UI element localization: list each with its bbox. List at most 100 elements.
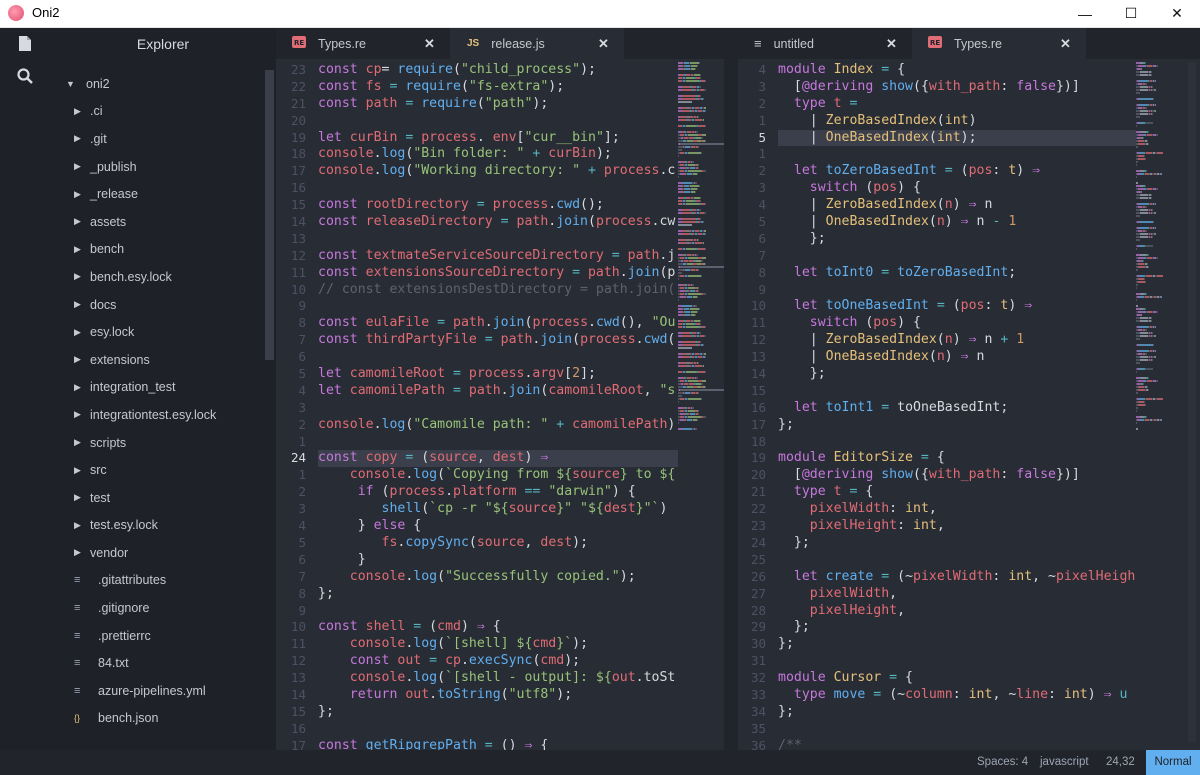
code-line[interactable]: }; [318, 586, 678, 603]
tree-item[interactable]: ▶ integration_test [66, 374, 261, 402]
tree-item[interactable]: ▶ _release [66, 180, 261, 208]
code-line[interactable]: console.log(`[shell] ${cmd}`); [318, 636, 678, 653]
tree-item[interactable]: ▶ bench [66, 236, 261, 264]
code-line[interactable]: | OneBasedIndex(int); [778, 129, 1136, 147]
code-line[interactable]: module Cursor = { [778, 670, 1136, 687]
code-line[interactable]: pixelWidth: int, [778, 501, 1136, 518]
code-line[interactable]: | ZeroBasedIndex(n) ⇒ n + 1 [778, 332, 1136, 349]
code-line[interactable]: switch (pos) { [778, 315, 1136, 332]
code-line[interactable]: pixelHeight, [778, 603, 1136, 620]
code-line[interactable]: type t = { [778, 484, 1136, 501]
search-icon[interactable] [0, 61, 50, 91]
tree-item[interactable]: ▶ src [66, 456, 261, 484]
code-line[interactable] [318, 434, 678, 451]
tree-item[interactable]: ▶ scripts [66, 429, 261, 457]
code-line[interactable]: }; [778, 231, 1136, 248]
code-area[interactable]: module Index = { [@deriving show({with_p… [778, 62, 1136, 750]
code-line[interactable]: console.log("Camomile path: " + camomile… [318, 417, 678, 434]
code-line[interactable]: const fs = require("fs-extra"); [318, 79, 678, 96]
code-area[interactable]: const cp= require("child_process"); const… [318, 62, 678, 750]
status-cursor-position[interactable]: 24,32 [1106, 750, 1135, 775]
code-line[interactable] [318, 400, 678, 417]
code-line[interactable]: }; [778, 619, 1136, 636]
code-line[interactable]: let toInt0 = toZeroBasedInt; [778, 265, 1136, 282]
status-language[interactable]: javascript [1040, 750, 1089, 775]
maximize-button[interactable]: ☐ [1108, 0, 1154, 27]
tree-item[interactable]: ▶ integrationtest.esy.lock [66, 401, 261, 429]
code-line[interactable]: const cp= require("child_process"); [318, 62, 678, 79]
close-button[interactable]: ✕ [1154, 0, 1200, 27]
code-line[interactable]: console.log(`Copying from ${source} to $… [318, 467, 678, 484]
minimize-button[interactable]: — [1062, 0, 1108, 27]
tab-types-re-left[interactable]: RE Types.re ✕ [276, 28, 450, 59]
code-line[interactable]: console.log("Bin folder: " + curBin); [318, 146, 678, 163]
code-line[interactable] [778, 653, 1136, 670]
code-line[interactable] [778, 282, 1136, 299]
code-line[interactable]: [@deriving show({with_path: false})] [778, 467, 1136, 484]
code-line[interactable]: let toInt1 = toOneBasedInt; [778, 400, 1136, 417]
code-line[interactable] [318, 113, 678, 130]
code-line[interactable]: fs.copySync(source, dest); [318, 535, 678, 552]
tree-item[interactable]: ≡ .gitattributes [66, 567, 261, 595]
code-line[interactable]: shell(`cp -r "${source}" "${dest}"`) [318, 501, 678, 518]
code-line[interactable]: const copy = (source, dest) ⇒ [318, 450, 678, 468]
tree-item[interactable]: {} bench.json [66, 705, 261, 733]
code-line[interactable] [778, 721, 1136, 738]
vertical-scrollbar[interactable] [1188, 62, 1196, 742]
code-line[interactable]: const getRipgrepPath = () ⇒ { [318, 738, 678, 750]
tree-item[interactable]: ▶ test.esy.lock [66, 512, 261, 540]
code-line[interactable]: const eulaFile = path.join(process.cwd()… [318, 315, 678, 332]
code-line[interactable] [318, 298, 678, 315]
code-line[interactable]: | ZeroBasedIndex(n) ⇒ n [778, 197, 1136, 214]
status-indentation[interactable]: Spaces: 4 [977, 750, 1028, 775]
code-line[interactable]: // const extensionsDestDirectory = path.… [318, 282, 678, 299]
code-line[interactable]: }; [778, 366, 1136, 383]
tree-item[interactable]: ▶ docs [66, 291, 261, 319]
code-line[interactable]: const textmateServiceSourceDirectory = p… [318, 248, 678, 265]
tab-untitled[interactable]: ≡ untitled ✕ [738, 28, 912, 59]
tab-types-re-right[interactable]: RE Types.re ✕ [912, 28, 1086, 59]
code-line[interactable]: switch (pos) { [778, 180, 1136, 197]
code-line[interactable]: type move = (~column: int, ~line: int) ⇒… [778, 687, 1136, 704]
code-line[interactable]: console.log("Successfully copied."); [318, 569, 678, 586]
code-line[interactable]: }; [778, 535, 1136, 552]
code-line[interactable]: | ZeroBasedIndex(int) [778, 113, 1136, 130]
code-line[interactable]: return out.toString("utf8"); [318, 687, 678, 704]
code-line[interactable] [318, 603, 678, 620]
code-line[interactable]: } else { [318, 518, 678, 535]
code-line[interactable]: let curBin = process. env["cur__bin"]; [318, 130, 678, 147]
tree-item[interactable]: ≡ .prettierrc [66, 622, 261, 650]
tree-item[interactable]: ≡ 84.txt [66, 649, 261, 677]
editor-pane-left[interactable]: 23 22 21 20 19 18 17 16 15 14 13 12 11 10 9 8 7 6 5 4 3 2 1 24 1… [276, 59, 724, 750]
code-line[interactable] [778, 146, 1136, 163]
code-line[interactable]: type t = [778, 96, 1136, 113]
code-line[interactable]: let create = (~pixelWidth: int, ~pixelHe… [778, 569, 1136, 586]
code-line[interactable]: module Index = { [778, 62, 1136, 79]
minimap[interactable] [678, 62, 724, 742]
code-line[interactable]: console.log("Working directory: " + proc… [318, 163, 678, 180]
code-line[interactable]: | OneBasedIndex(n) ⇒ n [778, 349, 1136, 366]
code-line[interactable]: /** [778, 738, 1136, 750]
code-line[interactable] [778, 552, 1136, 569]
code-line[interactable]: const extensionsSourceDirectory = path.j… [318, 265, 678, 282]
tree-item[interactable]: ≡ .gitignore [66, 594, 261, 622]
close-icon[interactable]: ✕ [886, 36, 897, 52]
code-line[interactable]: }; [778, 417, 1136, 434]
code-line[interactable]: const releaseDirectory = path.join(proce… [318, 214, 678, 231]
close-icon[interactable]: ✕ [424, 36, 435, 52]
code-line[interactable] [318, 180, 678, 197]
code-line[interactable]: const shell = (cmd) ⇒ { [318, 619, 678, 636]
editor-pane-right[interactable]: 4 3 2 1 5 1 2 3 4 5 6 7 8 9 10 11 12 13 14 15 16 17 18 19 20 21 22… [738, 59, 1200, 750]
tree-item[interactable]: ▶ extensions [66, 346, 261, 374]
code-line[interactable]: let toOneBasedInt = (pos: t) ⇒ [778, 298, 1136, 315]
tree-item[interactable]: ▶ assets [66, 208, 261, 236]
code-line[interactable] [778, 383, 1136, 400]
code-line[interactable]: const thirdPartyFile = path.join(process… [318, 332, 678, 349]
code-line[interactable]: let toZeroBasedInt = (pos: t) ⇒ [778, 163, 1136, 180]
code-line[interactable]: } [318, 552, 678, 569]
code-line[interactable]: const out = cp.execSync(cmd); [318, 653, 678, 670]
tree-item[interactable]: ▶ .git [66, 125, 261, 153]
close-icon[interactable]: ✕ [598, 36, 609, 52]
close-icon[interactable]: ✕ [1060, 36, 1071, 52]
code-line[interactable]: module EditorSize = { [778, 450, 1136, 467]
